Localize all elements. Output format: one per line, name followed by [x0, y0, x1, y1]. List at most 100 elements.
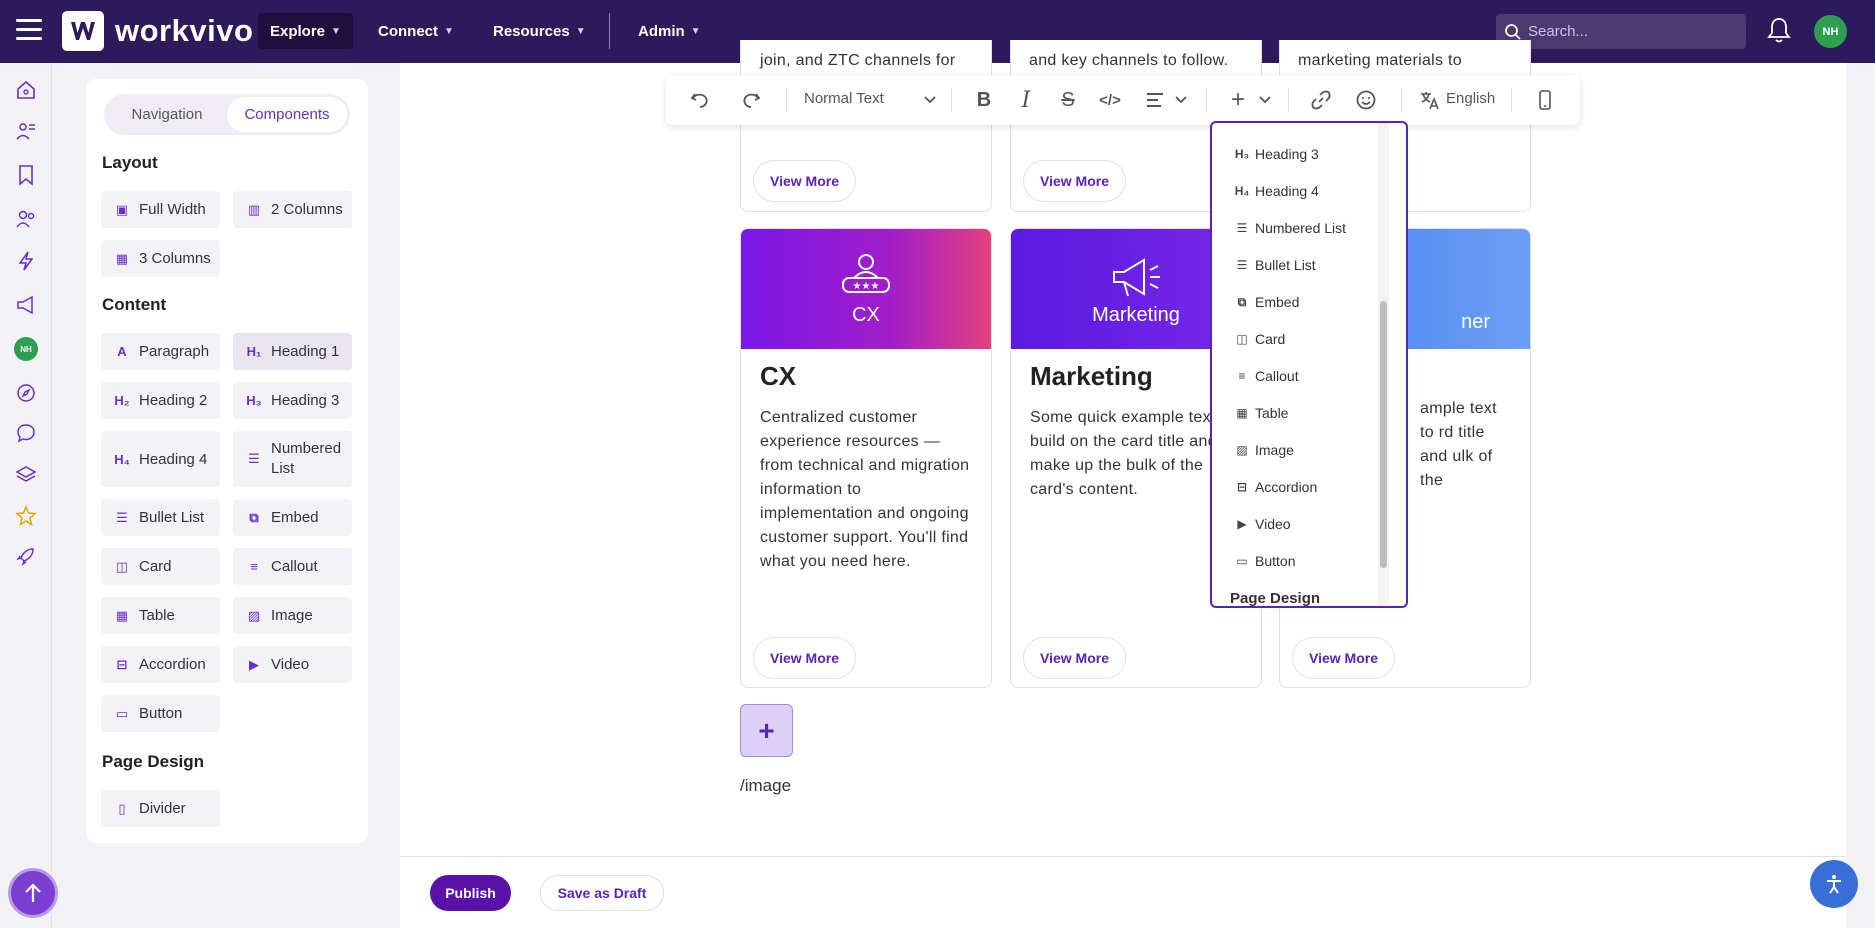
- italic-icon[interactable]: I: [1014, 88, 1038, 113]
- nav-divider: [609, 13, 610, 49]
- plus-icon[interactable]: +: [1226, 86, 1250, 113]
- translate-icon[interactable]: [1418, 88, 1442, 112]
- bookmark-icon[interactable]: [14, 163, 38, 187]
- dropdown-scrollbar[interactable]: [1380, 301, 1387, 568]
- component-2-columns[interactable]: ▥ 2 Columns: [233, 191, 352, 228]
- view-more-button[interactable]: View More: [753, 637, 856, 679]
- component-divider[interactable]: ▯ Divider: [101, 790, 220, 827]
- dropdown-item-heading-3[interactable]: H₃ Heading 3: [1234, 146, 1319, 162]
- megaphone-icon[interactable]: [14, 293, 38, 317]
- notifications-bell-icon[interactable]: [1766, 16, 1792, 49]
- dropdown-item-bullet-list[interactable]: ☰ Bullet List: [1234, 257, 1316, 273]
- three-columns-icon: ▦: [115, 250, 129, 266]
- component-table[interactable]: ▦ Table: [101, 597, 220, 634]
- heading-3-icon: H₃: [246, 393, 262, 408]
- component-heading-4[interactable]: H₄ Heading 4: [101, 431, 220, 487]
- heading-3-icon: H₃: [1234, 147, 1250, 161]
- nav-connect[interactable]: Connect ▼: [366, 13, 466, 49]
- strikethrough-icon[interactable]: S: [1056, 88, 1080, 112]
- component-accordion[interactable]: ⊟ Accordion: [101, 646, 220, 683]
- dropdown-item-label: Bullet List: [1255, 257, 1316, 273]
- view-more-button[interactable]: View More: [1292, 637, 1395, 679]
- svg-text:★★★: ★★★: [853, 281, 880, 292]
- scroll-to-top-button[interactable]: [8, 868, 58, 918]
- component-bullet-list[interactable]: ☰ Bullet List: [101, 499, 220, 536]
- home-icon[interactable]: [14, 78, 38, 102]
- text-style-select[interactable]: Normal Text: [804, 90, 884, 107]
- language-select[interactable]: English: [1446, 90, 1495, 107]
- tab-components[interactable]: Components: [227, 97, 347, 132]
- align-left-icon[interactable]: [1143, 88, 1167, 112]
- chevron-down-icon[interactable]: [1169, 88, 1193, 112]
- user-avatar[interactable]: NH: [1814, 15, 1847, 48]
- component-image[interactable]: ▨ Image: [233, 597, 352, 634]
- accessibility-button[interactable]: [1810, 860, 1858, 908]
- nav-admin[interactable]: Admin ▼: [626, 13, 713, 49]
- dropdown-item-numbered-list[interactable]: ☰ Numbered List: [1234, 220, 1346, 236]
- people-icon[interactable]: [14, 207, 38, 231]
- component-callout[interactable]: ≡ Callout: [233, 548, 352, 585]
- rail-avatar[interactable]: NH: [14, 337, 38, 361]
- search-box[interactable]: [1496, 14, 1746, 49]
- view-more-button[interactable]: View More: [1023, 160, 1126, 202]
- redo-icon[interactable]: [739, 88, 763, 112]
- component-paragraph[interactable]: A Paragraph: [101, 333, 220, 370]
- emoji-icon[interactable]: [1354, 88, 1378, 112]
- component-heading-3[interactable]: H₃ Heading 3: [233, 382, 352, 419]
- insert-dropdown-menu: H₃ Heading 3 H₄ Heading 4 ☰ Numbered List ☰…: [1210, 121, 1408, 608]
- save-draft-button[interactable]: Save as Draft: [540, 875, 664, 911]
- component-label: Image: [271, 607, 313, 624]
- add-block-button[interactable]: +: [740, 704, 793, 757]
- rocket-icon[interactable]: [14, 544, 38, 568]
- dropdown-item-embed[interactable]: ⧉ Embed: [1234, 294, 1300, 310]
- slash-command-text[interactable]: /image: [740, 776, 791, 796]
- component-video[interactable]: ▶ Video: [233, 646, 352, 683]
- dropdown-item-heading-4[interactable]: H₄ Heading 4: [1234, 183, 1319, 199]
- layers-icon[interactable]: [14, 463, 38, 487]
- dropdown-item-card[interactable]: ◫ Card: [1234, 331, 1285, 347]
- component-label: Bullet List: [139, 509, 205, 526]
- chevron-down-icon[interactable]: [1253, 88, 1277, 112]
- component-numbered-list[interactable]: ☰ Numbered List: [233, 431, 352, 487]
- accessibility-icon: [1827, 875, 1841, 894]
- link-icon[interactable]: [1309, 88, 1333, 112]
- activity-icon[interactable]: [14, 119, 38, 143]
- chevron-down-icon[interactable]: [918, 88, 942, 112]
- view-more-button[interactable]: View More: [1023, 637, 1126, 679]
- dropdown-item-table[interactable]: ▦ Table: [1234, 405, 1288, 421]
- nav-resources[interactable]: Resources ▼: [481, 13, 598, 49]
- dropdown-item-accordion[interactable]: ⊟ Accordion: [1234, 479, 1317, 495]
- nav-connect-label: Connect: [378, 22, 438, 40]
- chat-icon[interactable]: [14, 421, 38, 445]
- star-icon[interactable]: [14, 504, 38, 528]
- bold-icon[interactable]: B: [972, 88, 996, 112]
- search-input[interactable]: [1528, 23, 1728, 40]
- dropdown-item-image[interactable]: ▨ Image: [1234, 442, 1294, 458]
- card-icon: ◫: [1236, 332, 1248, 346]
- compass-icon[interactable]: [14, 381, 38, 405]
- dropdown-item-callout[interactable]: ≡ Callout: [1234, 368, 1298, 384]
- hamburger-menu-icon[interactable]: [16, 19, 42, 43]
- tab-navigation[interactable]: Navigation: [107, 97, 227, 132]
- accordion-icon: ⊟: [116, 656, 128, 672]
- component-heading-2[interactable]: H₂ Heading 2: [101, 382, 220, 419]
- component-button[interactable]: ▭ Button: [101, 695, 220, 732]
- dropdown-item-button[interactable]: ▭ Button: [1234, 553, 1295, 569]
- component-full-width[interactable]: ▣ Full Width: [101, 191, 220, 228]
- chevron-down-icon: ▼: [575, 25, 586, 37]
- embed-icon: ⧉: [1237, 294, 1247, 309]
- component-3-columns[interactable]: ▦ 3 Columns: [101, 240, 220, 277]
- nav-explore[interactable]: Explore ▼: [258, 13, 353, 49]
- brand-logo[interactable]: workvivo: [62, 11, 253, 51]
- component-card[interactable]: ◫ Card: [101, 548, 220, 585]
- code-icon[interactable]: </>: [1098, 88, 1122, 112]
- lightning-icon[interactable]: [14, 249, 38, 273]
- publish-button[interactable]: Publish: [430, 875, 511, 911]
- view-more-button[interactable]: View More: [753, 160, 856, 202]
- component-embed[interactable]: ⧉ Embed: [233, 499, 352, 536]
- dropdown-item-video[interactable]: ▶ Video: [1234, 516, 1290, 532]
- dropdown-item-label: Image: [1255, 442, 1294, 458]
- undo-icon[interactable]: [688, 88, 712, 112]
- component-heading-1[interactable]: H₁ Heading 1: [233, 333, 352, 370]
- mobile-preview-icon[interactable]: [1533, 88, 1557, 112]
